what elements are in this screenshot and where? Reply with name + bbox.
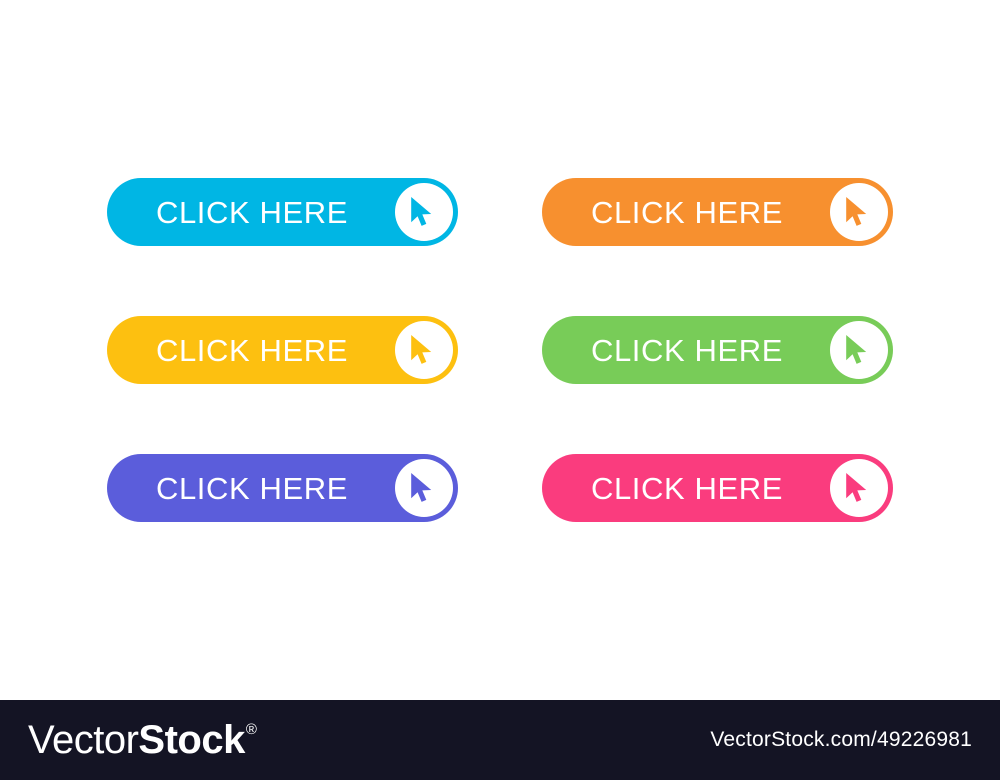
mouse-pointer-icon (410, 197, 431, 226)
cursor-badge[interactable] (395, 183, 453, 241)
click-here-button-orange[interactable]: CLICK HERE (542, 178, 893, 246)
artboard: CLICK HERE CLICK HERE CLICK HERE CLICK HERE… (0, 0, 1000, 700)
click-here-button-set: CLICK HERE CLICK HERE CLICK HERE CLICK HERE… (107, 178, 893, 522)
mouse-pointer-icon (845, 473, 866, 502)
click-here-button-pink[interactable]: CLICK HERE (542, 454, 893, 522)
mouse-pointer-icon (845, 197, 866, 226)
watermark-bar: Vector Stock ® VectorStock.com/49226981 (0, 700, 1000, 780)
logo-text-bold: Stock (138, 718, 245, 762)
click-here-button-purple[interactable]: CLICK HERE (107, 454, 458, 522)
registered-trademark-icon: ® (245, 721, 257, 738)
mouse-pointer-icon (410, 473, 431, 502)
click-here-button-label: CLICK HERE (155, 332, 349, 368)
logo-text-light: Vector (28, 718, 139, 762)
cursor-badge[interactable] (830, 321, 888, 379)
watermark-url: VectorStock.com/49226981 (710, 728, 972, 751)
click-here-button-blue[interactable]: CLICK HERE (107, 178, 458, 246)
click-here-button-label: CLICK HERE (590, 332, 784, 368)
cursor-badge[interactable] (395, 459, 453, 517)
click-here-button-label: CLICK HERE (590, 470, 784, 506)
click-here-button-label: CLICK HERE (155, 470, 349, 506)
cursor-badge[interactable] (830, 183, 888, 241)
click-here-button-green[interactable]: CLICK HERE (542, 316, 893, 384)
click-here-button-label: CLICK HERE (590, 194, 784, 230)
click-here-button-label: CLICK HERE (155, 194, 349, 230)
cursor-badge[interactable] (395, 321, 453, 379)
cursor-badge[interactable] (830, 459, 888, 517)
mouse-pointer-icon (410, 335, 431, 364)
vectorstock-logo: Vector Stock ® (28, 718, 257, 762)
mouse-pointer-icon (845, 335, 866, 364)
click-here-button-yellow[interactable]: CLICK HERE (107, 316, 458, 384)
